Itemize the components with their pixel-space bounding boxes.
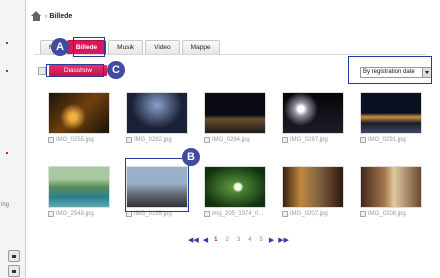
photo-thumbnail[interactable] [282, 166, 344, 208]
photo-item[interactable]: IMG_2548.jpg [48, 166, 112, 217]
photo-checkbox[interactable] [48, 137, 54, 143]
photo-caption: img_205_1974_0... [212, 211, 264, 217]
highlight-box-photo [125, 158, 189, 212]
photo-checkbox[interactable] [282, 211, 288, 217]
page-number[interactable]: 3 [237, 237, 240, 243]
photo-caption: IMG_2548.jpg [56, 211, 94, 217]
photo-thumbnail[interactable] [204, 166, 266, 208]
annotation-marker-c: C [107, 61, 125, 79]
photo-caption: IMG_0208.jpg [368, 211, 406, 217]
highlight-box-sort [348, 56, 432, 84]
photo-item[interactable]: IMG_0207.jpg [282, 166, 346, 217]
next-page-icon[interactable]: ▶ [269, 236, 274, 244]
photo-caption: IMG_0282.jpg [134, 137, 172, 143]
select-all-checkbox[interactable] [38, 67, 46, 75]
photo-caption: IMG_0207.jpg [290, 211, 328, 217]
sidebar-small-button[interactable] [8, 250, 20, 262]
photo-item[interactable]: IMG_0291.jpg [360, 92, 424, 143]
photo-thumbnail[interactable] [360, 166, 422, 208]
marker-dot [6, 70, 8, 72]
prev-page-icon[interactable]: ◀ [203, 236, 208, 244]
highlight-box-slideshow [46, 64, 104, 77]
photo-item[interactable]: IMG_0255.jpg [48, 92, 112, 143]
tab-video[interactable]: Video [145, 40, 180, 54]
tab-musik[interactable]: Musik [108, 40, 144, 54]
tab-mappe[interactable]: Mappe [181, 40, 220, 54]
photo-caption: IMG_0291.jpg [368, 137, 406, 143]
sidebar-small-button[interactable] [8, 265, 20, 277]
photo-checkbox[interactable] [360, 211, 366, 217]
photo-thumbnail[interactable] [48, 92, 110, 134]
photo-checkbox[interactable] [204, 137, 210, 143]
breadcrumb-separator: › [45, 12, 48, 20]
pagination: ◀◀ ◀ 1 2 3 4 5 ▶ ▶▶ [186, 236, 291, 244]
photo-checkbox[interactable] [204, 211, 210, 217]
photo-item[interactable]: IMG_0284.jpg [204, 92, 268, 143]
first-page-icon[interactable]: ◀◀ [188, 236, 199, 244]
marker-dot [6, 152, 8, 154]
photo-checkbox[interactable] [282, 137, 288, 143]
photo-thumbnail[interactable] [126, 92, 188, 134]
home-icon[interactable] [31, 11, 42, 21]
page-number[interactable]: 2 [226, 237, 229, 243]
photo-item[interactable]: IMG_0208.jpg [360, 166, 424, 217]
highlight-box-tab [73, 37, 105, 57]
photo-thumbnail[interactable] [48, 166, 110, 208]
annotation-marker-a: A [51, 38, 69, 56]
photo-thumbnail[interactable] [360, 92, 422, 134]
breadcrumb: › Billede [27, 8, 440, 24]
breadcrumb-current: Billede [49, 12, 73, 20]
annotation-marker-b: B [182, 148, 200, 166]
page-number[interactable]: 5 [260, 237, 263, 243]
photo-caption: IMG_0287.jpg [290, 137, 328, 143]
photo-item[interactable]: img_205_1974_0... [204, 166, 268, 217]
photo-thumbnail[interactable] [204, 92, 266, 134]
photo-checkbox[interactable] [126, 137, 132, 143]
last-page-icon[interactable]: ▶▶ [278, 236, 289, 244]
photo-thumbnail[interactable] [282, 92, 344, 134]
marker-dot [6, 42, 8, 44]
photo-caption: IMG_0284.jpg [212, 137, 250, 143]
photo-checkbox[interactable] [48, 211, 54, 217]
photo-checkbox[interactable] [360, 137, 366, 143]
sidebar-cut-label: ing [1, 202, 10, 208]
page-number[interactable]: 4 [248, 237, 251, 243]
photo-caption: IMG_0255.jpg [56, 137, 94, 143]
photo-item[interactable]: IMG_0287.jpg [282, 92, 346, 143]
photo-item[interactable]: IMG_0282.jpg [126, 92, 190, 143]
left-sidebar: ing [0, 0, 26, 278]
page-number[interactable]: 1 [214, 237, 217, 243]
